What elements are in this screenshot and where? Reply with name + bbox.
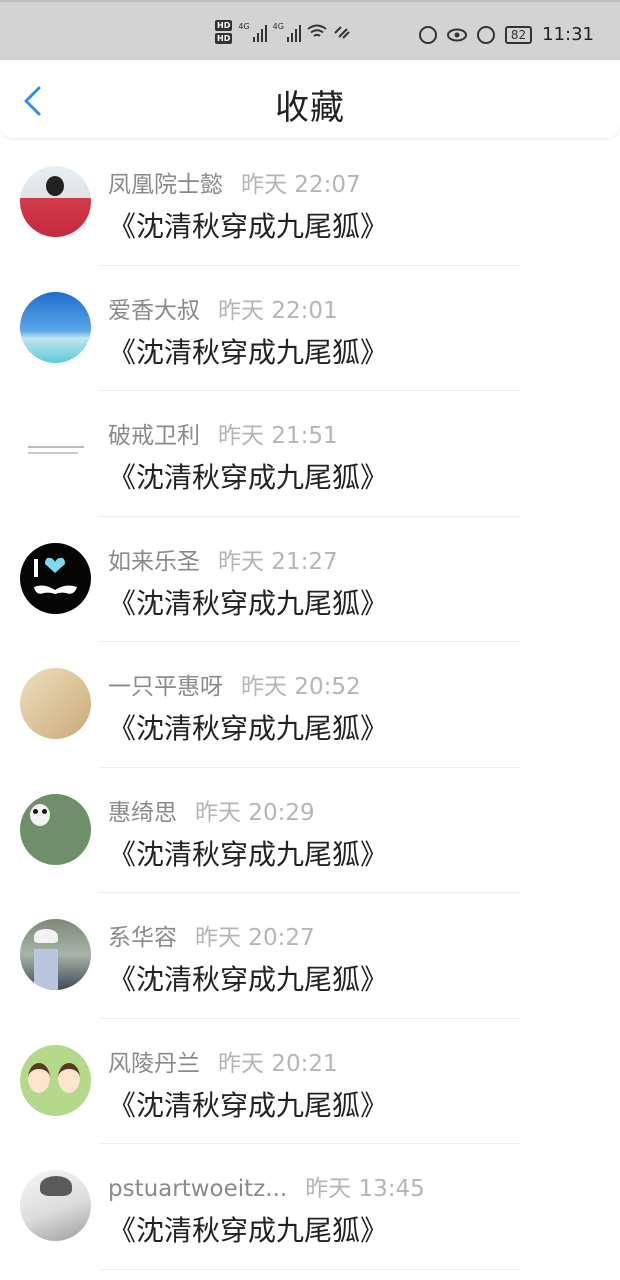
status-right: 82 11:31	[418, 24, 594, 45]
avatar[interactable]	[20, 417, 91, 488]
user-name: 破戒卫利	[108, 423, 200, 449]
list-item[interactable]: 如来乐圣 昨天 21:27 《沈清秋穿成九尾狐》	[0, 517, 620, 642]
list-item[interactable]: 凤凰院士懿 昨天 22:07 《沈清秋穿成九尾狐》	[0, 140, 620, 266]
data-sync-icon	[334, 26, 350, 39]
wifi-icon	[307, 24, 327, 37]
item-time: 昨天 13:45	[305, 1176, 425, 1202]
signal-icon: 4G	[238, 22, 267, 42]
book-title: 《沈清秋穿成九尾狐》	[108, 712, 389, 745]
avatar[interactable]	[20, 542, 91, 614]
status-bar: HD HD 4G 4G 82 11:31	[0, 0, 620, 60]
user-name: pstuartwoeitz...	[108, 1176, 288, 1202]
item-meta: 惠绮思 昨天 20:29	[108, 793, 315, 827]
list-item[interactable]: pstuartwoeitz... 昨天 13:45 《沈清秋穿成九尾狐》	[0, 1144, 620, 1270]
signal-label-2: 4G	[272, 22, 284, 31]
book-title: 《沈清秋穿成九尾狐》	[108, 586, 389, 620]
user-name: 风陵丹兰	[108, 1050, 200, 1077]
user-name: 系华容	[108, 925, 177, 951]
avatar[interactable]	[20, 291, 91, 363]
nfc-icon	[418, 25, 437, 44]
list-item[interactable]: 破戒卫利 昨天 21:51 《沈清秋穿成九尾狐》	[0, 391, 620, 517]
eye-icon	[446, 28, 467, 41]
item-meta: pstuartwoeitz... 昨天 13:45	[108, 1169, 425, 1203]
book-title: 《沈清秋穿成九尾狐》	[108, 1214, 389, 1247]
hd-label-2: HD	[215, 33, 233, 44]
alarm-icon	[476, 25, 495, 44]
user-name: 一只平惠呀	[108, 674, 223, 700]
avatar[interactable]	[20, 166, 91, 237]
item-meta: 如来乐圣 昨天 21:27	[108, 542, 338, 576]
book-title: 《沈清秋穿成九尾狐》	[108, 837, 389, 871]
hd-label-1: HD	[215, 20, 233, 31]
user-name: 惠绮思	[108, 799, 177, 826]
list-item[interactable]: 风陵丹兰 昨天 20:21 《沈清秋穿成九尾狐》	[0, 1019, 620, 1144]
list-item[interactable]: 爱香大叔 昨天 22:01 《沈清秋穿成九尾狐》	[0, 266, 620, 391]
status-left: HD HD 4G 4G	[215, 20, 351, 44]
page-title: 收藏	[275, 88, 345, 128]
avatar[interactable]	[20, 1170, 91, 1241]
item-time: 昨天 20:21	[218, 1050, 338, 1077]
list-item[interactable]: 惠绮思 昨天 20:29 《沈清秋穿成九尾狐》	[0, 768, 620, 893]
avatar[interactable]	[20, 793, 91, 865]
list-item[interactable]: 系华容 昨天 20:27 《沈清秋穿成九尾狐》	[0, 893, 620, 1019]
avatar[interactable]	[20, 919, 91, 990]
item-time: 昨天 20:27	[195, 925, 315, 951]
item-meta: 破戒卫利 昨天 21:51	[108, 416, 338, 450]
item-meta: 爱香大叔 昨天 22:01	[108, 291, 338, 325]
item-time: 昨天 21:27	[218, 548, 338, 575]
list-item[interactable]: 一只平惠呀 昨天 20:52 《沈清秋穿成九尾狐》	[0, 642, 620, 768]
item-time: 昨天 21:51	[218, 423, 338, 449]
signal-icon-2: 4G	[273, 22, 301, 42]
avatar[interactable]	[20, 1044, 91, 1116]
book-title: 《沈清秋穿成九尾狐》	[108, 335, 389, 369]
header-bar: 收藏	[0, 60, 620, 138]
avatar[interactable]	[20, 668, 91, 739]
item-meta: 凤凰院士懿 昨天 22:07	[108, 165, 361, 199]
user-name: 爱香大叔	[108, 297, 200, 324]
user-name: 如来乐圣	[108, 548, 200, 575]
book-title: 《沈清秋穿成九尾狐》	[108, 210, 389, 243]
item-time: 昨天 20:29	[195, 799, 315, 826]
item-meta: 一只平惠呀 昨天 20:52	[108, 667, 361, 701]
book-title: 《沈清秋穿成九尾狐》	[108, 461, 389, 494]
status-time: 11:31	[542, 24, 594, 45]
battery-icon: 82	[504, 25, 533, 44]
item-time: 昨天 22:07	[241, 172, 361, 198]
item-time: 昨天 22:01	[218, 297, 338, 324]
heart-mustache-icon	[34, 557, 77, 594]
divider	[100, 1268, 520, 1270]
book-title: 《沈清秋穿成九尾狐》	[108, 963, 389, 996]
item-time: 昨天 20:52	[241, 674, 361, 700]
favorites-list: 凤凰院士懿 昨天 22:07 《沈清秋穿成九尾狐》 爱香大叔 昨天 22:01 《沈…	[0, 140, 620, 1270]
book-title: 《沈清秋穿成九尾狐》	[108, 1088, 389, 1122]
hd-icon: HD HD	[215, 20, 233, 44]
item-meta: 系华容 昨天 20:27	[108, 918, 315, 952]
user-name: 凤凰院士懿	[108, 172, 223, 198]
item-meta: 风陵丹兰 昨天 20:21	[108, 1044, 338, 1078]
signal-label-1: 4G	[238, 22, 250, 31]
